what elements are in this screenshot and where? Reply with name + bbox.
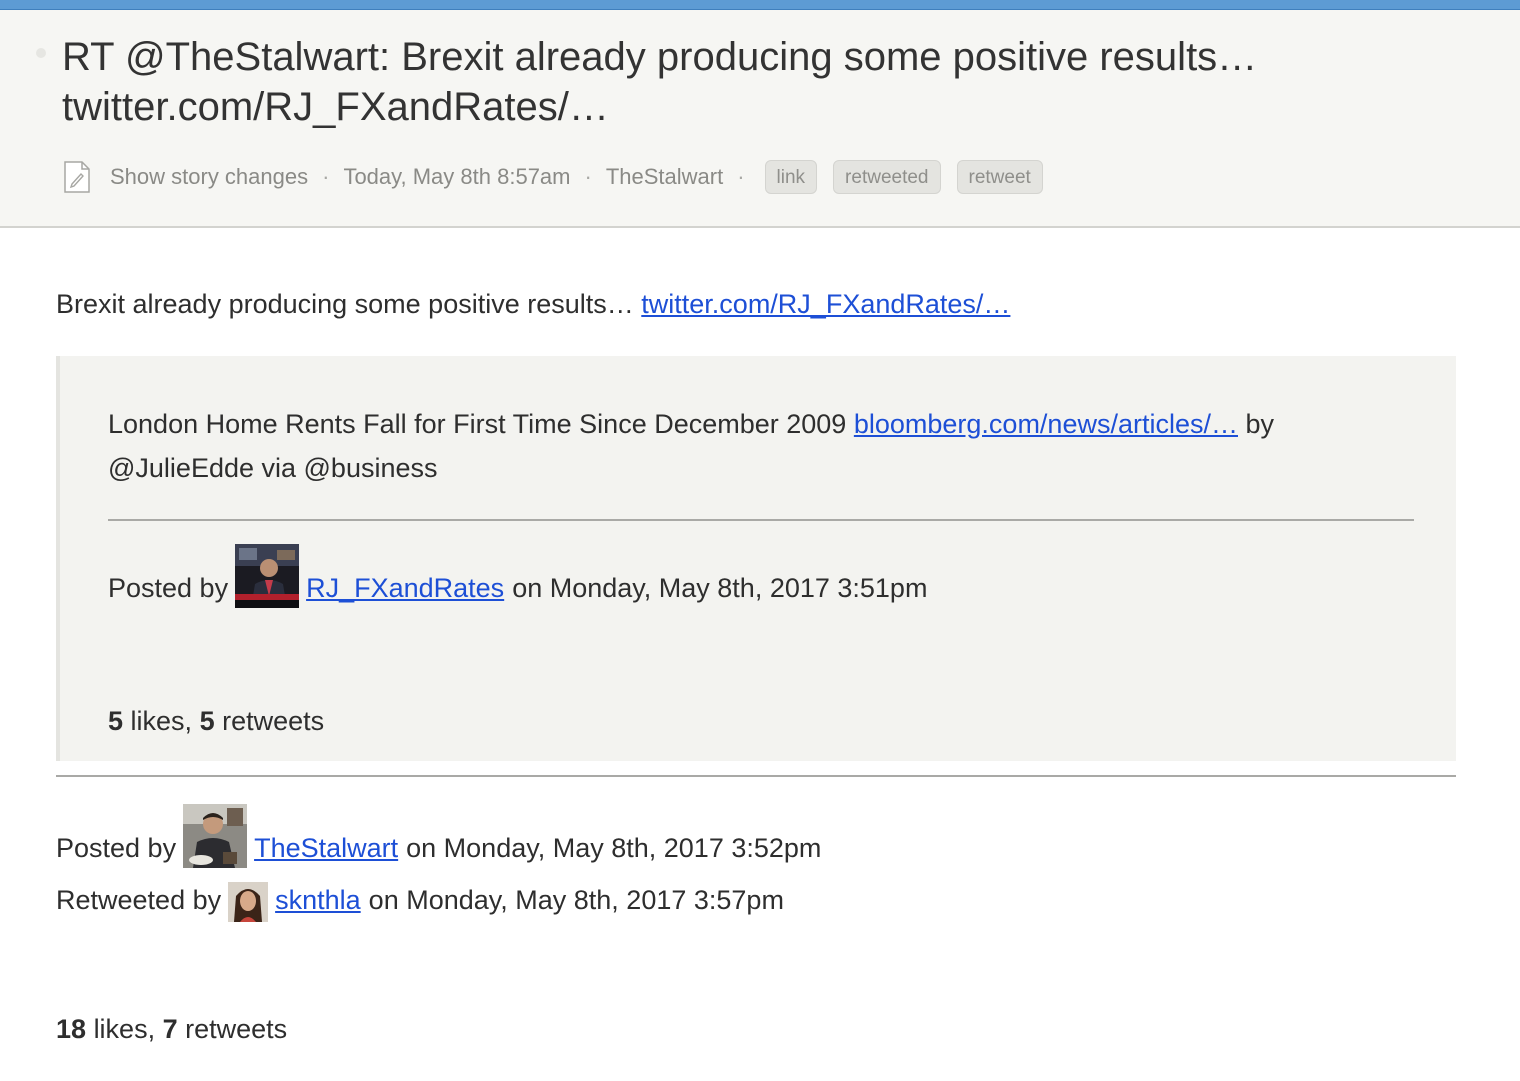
quoted-likes-label: likes,: [130, 706, 193, 736]
story-author[interactable]: TheStalwart: [606, 164, 723, 190]
story-timestamp: Today, May 8th 8:57am: [343, 164, 571, 189]
tag-link[interactable]: link: [764, 160, 818, 194]
meta-separator: ·: [737, 164, 745, 189]
quoted-article-link[interactable]: bloomberg.com/news/articles/…: [854, 409, 1238, 439]
likes-count: 18: [56, 1014, 87, 1044]
quoted-tweet-text: London Home Rents Fall for First Time Si…: [108, 402, 1358, 490]
retweeted-time: on Monday, May 8th, 2017 3:57pm: [368, 885, 784, 915]
post-divider: [56, 775, 1456, 777]
story-title: RT @TheStalwart: Brexit already producin…: [62, 35, 1258, 129]
avatar-rj-fxandrates[interactable]: [235, 544, 300, 608]
meta-separator: ·: [322, 164, 330, 189]
retweeted-by-line: Retweeted by sknthla on Monday, May 8th,…: [56, 866, 784, 922]
retweeted-by-label: Retweeted by: [56, 885, 222, 915]
avatar-thestalwart[interactable]: [183, 804, 248, 868]
quoted-posted-time: on Monday, May 8th, 2017 3:51pm: [512, 573, 928, 603]
quoted-likes-count: 5: [108, 706, 124, 736]
story-header: RT @TheStalwart: Brexit already producin…: [0, 10, 1520, 228]
quoted-retweets-label: retweets: [222, 706, 325, 736]
header-bullet: [36, 48, 46, 58]
tweet-body: Brexit already producing some positive r…: [56, 289, 634, 319]
retweeter-link[interactable]: sknthla: [275, 882, 361, 918]
quoted-stats: 5 likes, 5 retweets: [108, 706, 324, 737]
tag-retweeted[interactable]: retweeted: [833, 160, 941, 194]
posted-by-label: Posted by: [108, 573, 229, 603]
quoted-text-before: London Home Rents Fall for First Time Si…: [108, 409, 847, 439]
quoted-posted-by-line: Posted by RJ_FXandRates on Monday, May 8…: [108, 536, 928, 608]
tag-retweet[interactable]: retweet: [956, 160, 1043, 194]
tweet-link[interactable]: twitter.com/RJ_FXandRates/…: [641, 289, 1010, 319]
posted-time: on Monday, May 8th, 2017 3:52pm: [406, 833, 822, 863]
document-edit-icon[interactable]: [64, 161, 90, 193]
quoted-divider: [108, 519, 1414, 521]
quoted-author-link[interactable]: RJ_FXandRates: [306, 570, 504, 606]
likes-label: likes,: [93, 1014, 156, 1044]
story-meta-row: Show story changes · Today, May 8th 8:57…: [64, 156, 1043, 198]
meta-separator: ·: [584, 164, 592, 189]
quoted-tweet: London Home Rents Fall for First Time Si…: [56, 356, 1456, 761]
tweet-text: Brexit already producing some positive r…: [56, 284, 1010, 324]
show-story-changes-link[interactable]: Show story changes: [110, 164, 308, 190]
retweets-count: 7: [162, 1014, 178, 1044]
author-link[interactable]: TheStalwart: [254, 830, 398, 866]
retweets-label: retweets: [185, 1014, 288, 1044]
window-top-strip: [0, 0, 1520, 10]
posted-by-line: Posted by TheStalwart on Monday, May 8th…: [56, 792, 822, 868]
posted-by-label: Posted by: [56, 833, 177, 863]
post-stats: 18 likes, 7 retweets: [56, 1014, 287, 1045]
quoted-retweets-count: 5: [199, 706, 215, 736]
avatar-sknthla[interactable]: [228, 882, 269, 922]
